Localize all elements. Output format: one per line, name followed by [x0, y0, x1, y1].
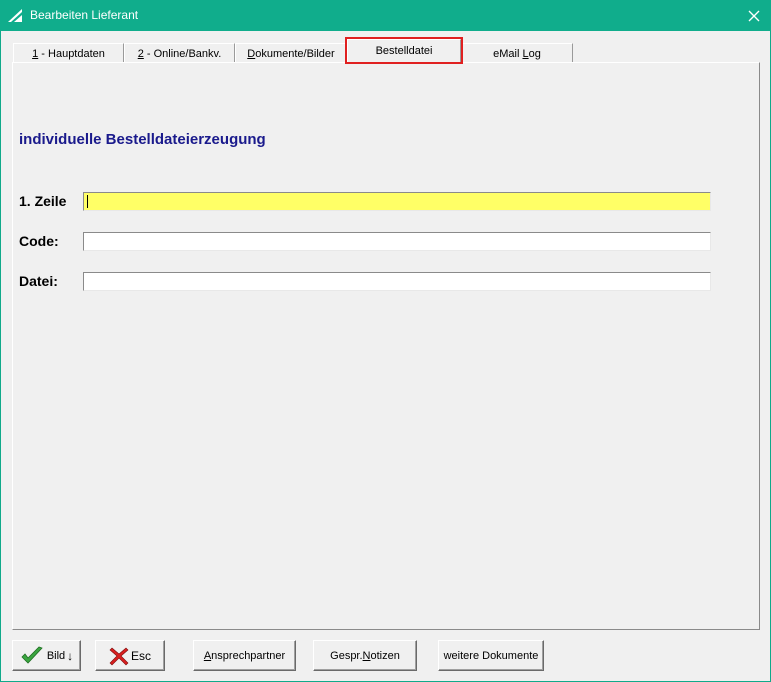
- button-hotkey: N: [362, 649, 371, 662]
- app-icon: [8, 9, 22, 22]
- bild-button[interactable]: Bild ↓: [12, 640, 81, 671]
- weitere-dokumente-button[interactable]: weitere Dokumente: [438, 640, 544, 671]
- tab-email-log[interactable]: eMail Log: [461, 43, 573, 63]
- weitere-dokumente-label: weitere Dokumente: [443, 649, 539, 662]
- tab-dokumente-bilder[interactable]: Dokumente/Bilder: [235, 43, 347, 63]
- tab-label: - Hauptdaten: [38, 48, 105, 60]
- esc-button[interactable]: Esc: [95, 640, 165, 671]
- title-bar: Bearbeiten Lieferant: [0, 0, 771, 31]
- section-heading: individuelle Bestelldateierzeugung: [19, 131, 266, 148]
- esc-label: Esc: [130, 648, 151, 663]
- tab-label: og: [528, 48, 541, 60]
- notizen-button[interactable]: Gespr. Notizen: [313, 640, 417, 671]
- window-title: Bearbeiten Lieferant: [30, 8, 139, 22]
- label-code: Code:: [19, 233, 59, 249]
- tab-online-bankv[interactable]: 2 - Online/Bankv.: [124, 43, 235, 63]
- red-x-icon: [109, 647, 129, 665]
- label-zeile: 1. Zeile: [19, 193, 67, 209]
- tab-hauptdaten[interactable]: 1 - Hauptdaten: [13, 43, 124, 63]
- button-hotkey: A: [203, 649, 212, 662]
- close-icon: [748, 10, 760, 21]
- arrow-down-icon: ↓: [67, 648, 74, 663]
- tab-label: eMail: [493, 48, 523, 60]
- code-input[interactable]: [83, 232, 711, 251]
- ansprechpartner-label: nsprechpartner: [211, 649, 286, 662]
- label-datei: Datei:: [19, 273, 58, 289]
- notizen-label-rest: otizen: [370, 649, 400, 662]
- tab-panel: individuelle Bestelldateierzeugung 1. Ze…: [12, 62, 760, 630]
- notizen-label: Gespr.: [330, 649, 363, 662]
- datei-input[interactable]: [83, 272, 711, 291]
- zeile-input[interactable]: [83, 192, 711, 211]
- close-button[interactable]: [737, 0, 771, 31]
- tab-label: Bestelldatei: [375, 45, 433, 57]
- text-caret: [87, 195, 88, 209]
- dialog-body: 1 - Hauptdaten 2 - Online/Bankv. Dokumen…: [1, 31, 770, 681]
- tab-label: - Online/Bankv.: [143, 48, 222, 60]
- bild-label: Bild: [46, 649, 66, 662]
- tab-label: okumente/Bilder: [255, 48, 335, 60]
- check-icon: [21, 646, 43, 664]
- tab-bestelldatei[interactable]: Bestelldatei: [347, 39, 461, 64]
- ansprechpartner-button[interactable]: Ansprechpartner: [193, 640, 296, 671]
